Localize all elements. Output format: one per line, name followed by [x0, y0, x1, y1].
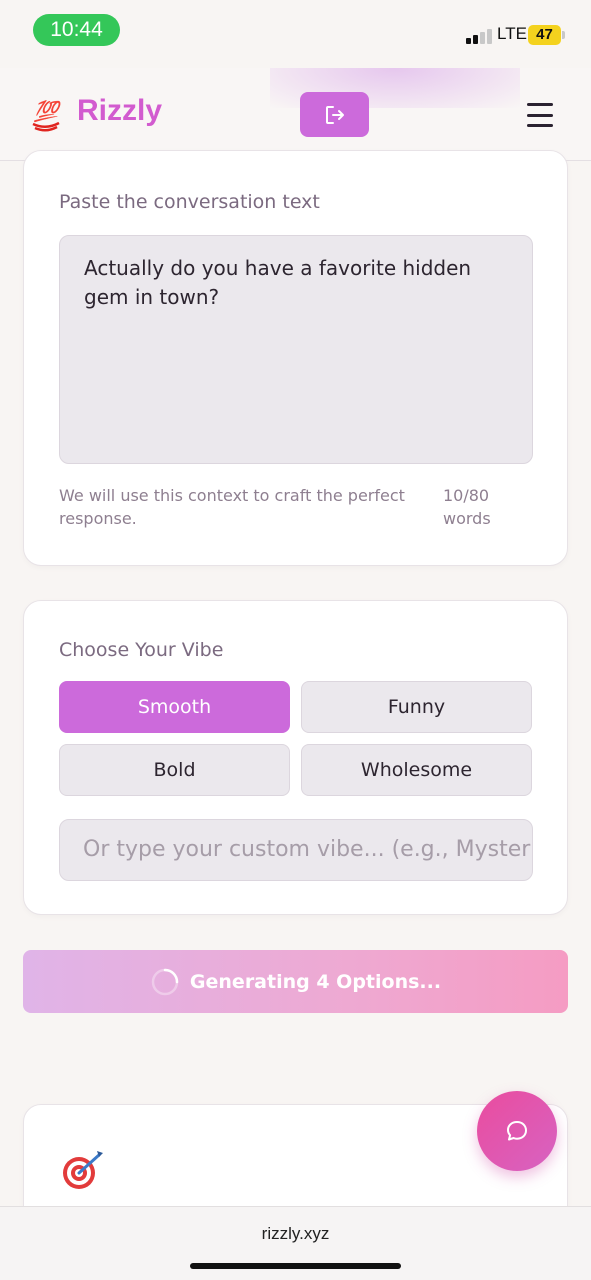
vibe-options: Smooth Funny Bold Wholesome [59, 681, 533, 797]
generate-button[interactable]: Generating 4 Options... [23, 950, 568, 1013]
vibe-option-bold[interactable]: Bold [59, 744, 290, 796]
battery-cap [562, 31, 565, 39]
hamburger-menu-icon[interactable] [520, 100, 560, 130]
battery-icon: 47 [528, 25, 561, 45]
status-bar: 10:44 LTE 47 [0, 0, 591, 64]
home-indicator[interactable] [190, 1263, 401, 1269]
loading-spinner-icon [151, 968, 179, 995]
app-name[interactable]: Rizzly [77, 94, 162, 128]
custom-vibe-input[interactable]: Or type your custom vibe... (e.g., Myste… [59, 819, 533, 881]
vibe-option-smooth[interactable]: Smooth [59, 681, 290, 733]
vibe-card: Choose Your Vibe Smooth Funny Bold Whole… [23, 600, 568, 915]
signal-strength-icon [466, 28, 492, 44]
vibe-option-funny[interactable]: Funny [301, 681, 532, 733]
status-time: 10:44 [33, 14, 120, 46]
logout-icon [325, 105, 344, 124]
browser-url-bar: rizzly.xyz [0, 1206, 591, 1280]
chat-bubble-icon [507, 1121, 527, 1141]
logo-emoji-glyph: 💯 [34, 99, 63, 123]
url-text[interactable]: rizzly.xyz [0, 1224, 591, 1244]
conversation-card: Paste the conversation text Actually do … [23, 150, 568, 566]
vibe-label: Choose Your Vibe [59, 639, 224, 661]
conversation-helper-text: We will use this context to craft the pe… [59, 486, 405, 528]
word-count: 10/80 words [443, 486, 491, 528]
generate-label: Generating 4 Options... [189, 970, 442, 993]
hundred-points-icon: 💯 [32, 99, 63, 132]
conversation-label: Paste the conversation text [59, 191, 320, 213]
logout-button[interactable] [300, 92, 369, 137]
network-type: LTE [497, 24, 527, 43]
conversation-textarea[interactable]: Actually do you have a favorite hidden g… [59, 235, 533, 464]
chat-button[interactable] [477, 1091, 557, 1171]
target-dart-icon [63, 1151, 103, 1189]
vibe-option-wholesome[interactable]: Wholesome [301, 744, 532, 796]
app-header: 💯 Rizzly [0, 68, 591, 161]
